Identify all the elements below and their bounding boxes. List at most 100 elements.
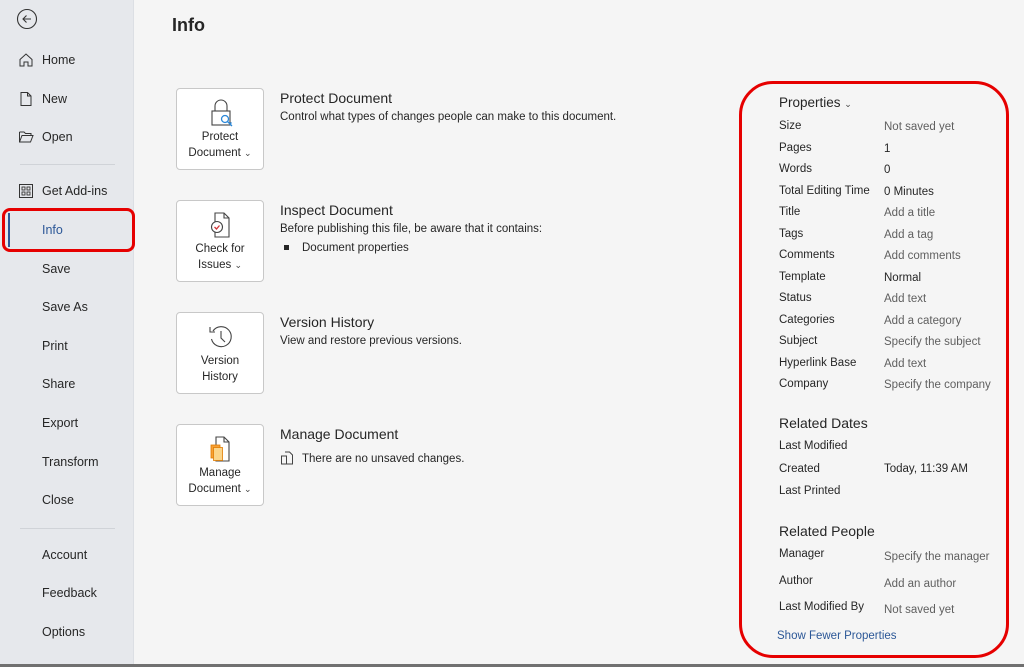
property-key: Company xyxy=(779,378,829,390)
button-label-line1: Manage xyxy=(199,467,241,479)
manage-document-icon xyxy=(210,436,230,462)
property-key: Pages xyxy=(779,141,812,154)
property-key: Hyperlink Base xyxy=(779,356,857,369)
property-key: Last Modified By xyxy=(779,601,865,613)
version-history-button[interactable]: Version History xyxy=(176,312,264,394)
document-copies-icon xyxy=(281,451,293,465)
sidebar-item-feedback[interactable]: Feedback xyxy=(0,574,134,612)
history-clock-icon xyxy=(209,326,232,348)
section-title: Inspect Document xyxy=(280,202,393,218)
sidebar-divider xyxy=(20,528,115,529)
property-value: 0 xyxy=(884,164,891,176)
property-key: Template xyxy=(779,270,826,283)
property-value[interactable]: Add text xyxy=(884,293,926,305)
sidebar-item-label: Export xyxy=(42,416,79,430)
sidebar-item-share[interactable]: Share xyxy=(0,365,134,403)
sidebar-item-close[interactable]: Close xyxy=(0,481,134,519)
document-check-icon xyxy=(210,212,230,238)
property-key: Total Editing Time xyxy=(779,184,870,197)
page-title: Info xyxy=(172,15,205,35)
section-description: Before publishing this file, be aware th… xyxy=(280,223,543,235)
sidebar-item-new[interactable]: New xyxy=(0,80,134,118)
property-value: Normal xyxy=(884,271,922,284)
property-key: Author xyxy=(779,574,813,587)
property-value[interactable]: Add an author xyxy=(884,578,956,590)
property-key: Tags xyxy=(779,227,804,240)
section-title: Manage Document xyxy=(280,426,399,442)
sidebar-item-label: Transform xyxy=(42,455,99,469)
property-value[interactable]: Specify the manager xyxy=(884,551,989,563)
property-value[interactable]: Add a title xyxy=(884,207,935,219)
sidebar-item-save-as[interactable]: Save As xyxy=(0,288,134,326)
button-label-line1: Version xyxy=(200,355,240,367)
chevron-down-icon: ⌄ xyxy=(234,259,242,270)
sidebar-item-save[interactable]: Save xyxy=(0,250,134,288)
sidebar-item-export[interactable]: Export xyxy=(0,404,134,442)
sidebar-item-label: Options xyxy=(42,625,86,639)
chevron-down-icon: ⌄ xyxy=(244,483,252,494)
property-value: 1 xyxy=(884,142,891,155)
sidebar-item-label: New xyxy=(42,92,68,106)
folder-open-icon xyxy=(19,131,34,143)
lock-key-icon xyxy=(211,99,233,127)
section-description: There are no unsaved changes. xyxy=(302,453,465,465)
property-key: Comments xyxy=(779,249,835,261)
property-value[interactable]: Add a category xyxy=(884,315,961,327)
property-value[interactable]: Add comments xyxy=(884,250,961,262)
property-key: Created xyxy=(779,462,820,475)
property-value[interactable]: Add a tag xyxy=(884,229,933,241)
sidebar-item-open[interactable]: Open xyxy=(0,118,134,156)
sidebar-item-label: Open xyxy=(42,130,73,144)
back-arrow-icon xyxy=(16,8,38,30)
back-button[interactable] xyxy=(16,8,38,30)
property-key: Last Printed xyxy=(779,485,841,497)
show-fewer-properties-link[interactable]: Show Fewer Properties xyxy=(777,630,897,642)
chevron-down-icon: ⌄ xyxy=(244,147,252,158)
sidebar-item-label: Save As xyxy=(42,300,88,314)
info-highlight-annotation xyxy=(2,208,135,252)
property-value[interactable]: Not saved yet xyxy=(884,604,954,616)
sidebar-item-label: Print xyxy=(42,339,68,353)
related-people-header: Related People xyxy=(779,523,875,539)
sidebar-item-label: Home xyxy=(42,53,76,67)
check-for-issues-button[interactable]: Check for Issues ⌄ xyxy=(176,200,264,282)
related-dates-header: Related Dates xyxy=(779,415,868,431)
section-title: Version History xyxy=(280,314,375,330)
sidebar-item-label: Share xyxy=(42,377,76,391)
sidebar-item-label: Feedback xyxy=(42,586,97,600)
property-key: Last Modified xyxy=(779,440,848,452)
button-label-line2: Document xyxy=(188,482,241,495)
property-value[interactable]: Add text xyxy=(884,358,926,370)
button-label-line1: Check for xyxy=(195,243,245,255)
sidebar-item-transform[interactable]: Transform xyxy=(0,443,134,481)
backstage-sidebar: Home New Open Get Add-ins Info Save Save… xyxy=(0,0,134,664)
new-document-icon xyxy=(20,92,32,106)
property-key: Manager xyxy=(779,548,825,560)
home-icon xyxy=(19,53,33,67)
property-key: Categories xyxy=(779,313,835,326)
sidebar-item-options[interactable]: Options xyxy=(0,613,134,651)
sidebar-item-account[interactable]: Account xyxy=(0,536,134,574)
sidebar-item-home[interactable]: Home xyxy=(0,41,134,79)
bullet-item: Document properties xyxy=(284,242,409,254)
property-key: Title xyxy=(779,206,801,218)
sidebar-item-label: Account xyxy=(42,548,88,562)
button-label-line2: History xyxy=(202,370,238,383)
property-value[interactable]: Specify the company xyxy=(884,379,991,391)
sidebar-item-get-add-ins[interactable]: Get Add-ins xyxy=(0,172,134,210)
property-value[interactable]: Not saved yet xyxy=(884,121,954,133)
section-description: View and restore previous versions. xyxy=(280,335,462,347)
sidebar-divider xyxy=(20,164,115,165)
manage-document-button[interactable]: Manage Document ⌄ xyxy=(176,424,264,506)
section-description: Control what types of changes people can… xyxy=(280,111,617,123)
button-label-line1: Protect xyxy=(201,131,239,143)
property-key: Status xyxy=(779,292,812,304)
sidebar-item-label: Close xyxy=(42,493,74,507)
protect-document-button[interactable]: Protect Document ⌄ xyxy=(176,88,264,170)
properties-dropdown[interactable]: Properties ⌄ xyxy=(779,95,852,110)
section-title: Protect Document xyxy=(280,90,393,106)
property-value[interactable]: Specify the subject xyxy=(884,336,981,348)
manage-status: There are no unsaved changes. xyxy=(280,451,464,465)
sidebar-item-print[interactable]: Print xyxy=(0,327,134,365)
property-value: Today, 11:39 AM xyxy=(884,462,968,475)
